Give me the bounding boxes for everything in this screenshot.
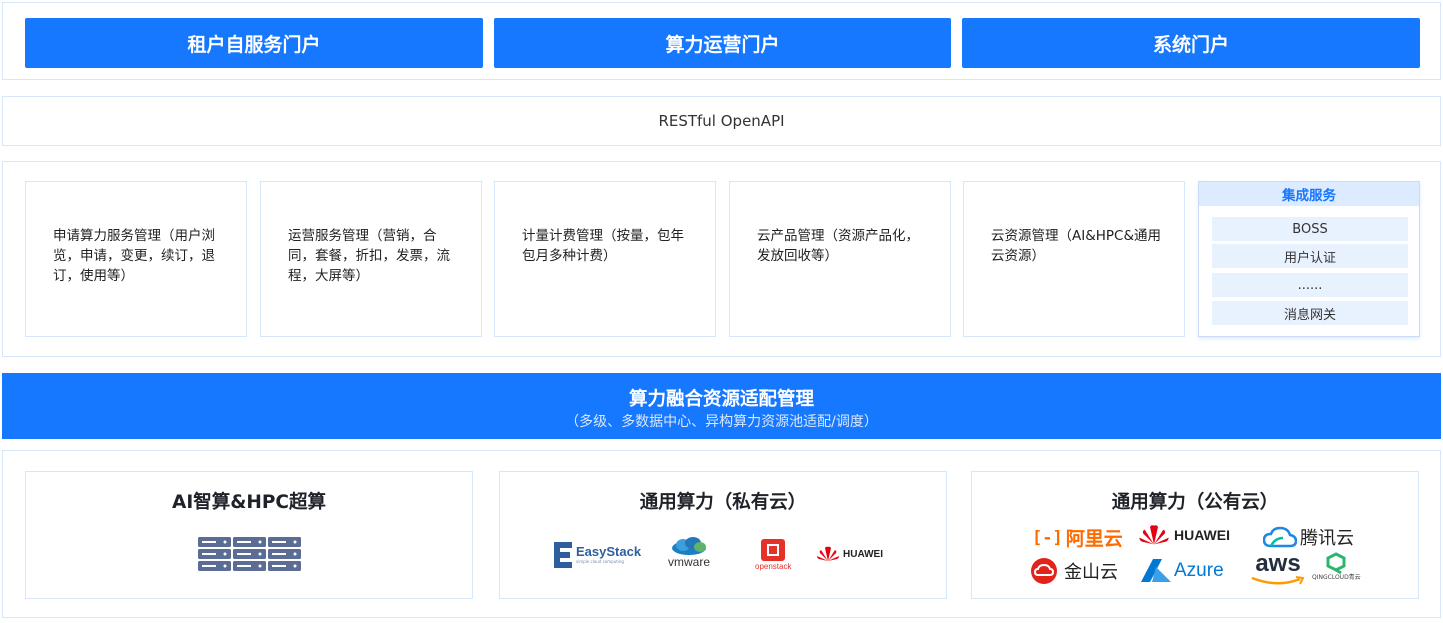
system-portal-button[interactable]: 系统门户	[962, 18, 1420, 68]
integration-item-auth: 用户认证	[1212, 244, 1408, 268]
aliyun-bracket-icon: [-]	[1032, 527, 1063, 548]
vmware-cloud-icon	[672, 537, 706, 555]
aliyun-logo: [-] 阿里云	[1032, 524, 1123, 551]
resources-panel: AI智算&HPC超算 通用算力（私有云） EasyStack simple cl…	[2, 450, 1441, 618]
service-card-label: 运营服务管理（营销，合同，套餐，折扣，发票，流程，大屏等）	[288, 228, 450, 284]
openstack-name: openstack	[755, 562, 792, 571]
qingcloud-icon	[1326, 552, 1346, 574]
resource-card-title: 通用算力（私有云）	[639, 492, 807, 513]
resource-card-title: AI智算&HPC超算	[172, 492, 326, 513]
easystack-logo: EasyStack simple cloud computing	[552, 540, 641, 570]
easystack-tagline: simple cloud computing	[576, 559, 624, 564]
vmware-logo: vmware	[668, 536, 710, 568]
resource-card-private-cloud: 通用算力（私有云） EasyStack simple cloud computi…	[499, 471, 947, 599]
api-panel: RESTful OpenAPI	[2, 96, 1441, 146]
azure-name: Azure	[1174, 560, 1224, 581]
service-card-apply: 申请算力服务管理（用户浏览，申请，变更，续订，退订，使用等）	[25, 181, 247, 337]
huawei-flower-icon	[817, 546, 839, 561]
integration-card: 集成服务 BOSS 用户认证 ...... 消息网关	[1198, 181, 1420, 337]
server-cluster-icon	[198, 537, 301, 571]
service-card-label: 云产品管理（资源产品化，发放回收等）	[757, 228, 919, 264]
azure-icon	[1141, 559, 1171, 582]
huawei-private-logo: HUAWEI	[816, 546, 883, 562]
huawei-flower-icon	[1139, 525, 1169, 545]
fusion-title: 算力融合资源适配管理	[628, 389, 814, 410]
aliyun-name: 阿里云	[1065, 528, 1123, 550]
openstack-icon	[761, 539, 786, 561]
fusion-bar: 算力融合资源适配管理 （多级、多数据中心、异构算力资源池适配/调度）	[2, 373, 1441, 439]
easystack-icon	[554, 542, 572, 568]
huawei-name: HUAWEI	[843, 548, 883, 560]
integration-title: 集成服务	[1199, 182, 1419, 206]
easystack-name: EasyStack	[576, 544, 642, 559]
aws-name: aws	[1255, 550, 1301, 577]
resource-card-public-cloud: 通用算力（公有云） [-] 阿里云 HUAWEI 腾讯云 金山云 Azure a…	[971, 471, 1419, 599]
service-card-label: 申请算力服务管理（用户浏览，申请，变更，续订，退订，使用等）	[53, 228, 215, 284]
integration-item-more: ......	[1212, 273, 1408, 297]
resource-card-ai-hpc: AI智算&HPC超算	[25, 471, 473, 599]
service-card-operation: 运营服务管理（营销，合同，套餐，折扣，发票，流程，大屏等）	[260, 181, 482, 337]
api-label: RESTful OpenAPI	[658, 112, 785, 130]
tencent-name: 腾讯云	[1300, 528, 1354, 549]
vmware-name: vmware	[668, 555, 711, 569]
service-card-label: 计量计费管理（按量，包年包月多种计费）	[522, 228, 684, 264]
qingcloud-logo: QINGCLOUD青云	[1312, 552, 1361, 582]
integration-item-boss: BOSS	[1212, 217, 1408, 241]
services-panel: 申请算力服务管理（用户浏览，申请，变更，续订，退订，使用等） 运营服务管理（营销…	[2, 161, 1441, 357]
azure-logo: Azure	[1140, 558, 1224, 584]
aws-smile-icon	[1251, 576, 1305, 585]
service-card-billing: 计量计费管理（按量，包年包月多种计费）	[494, 181, 716, 337]
aws-logo: aws	[1250, 552, 1306, 586]
openstack-logo: openstack	[755, 538, 791, 571]
kingsoft-logo: 金山云	[1030, 557, 1118, 585]
service-card-label: 云资源管理（AI&HPC&通用云资源）	[991, 228, 1161, 264]
service-card-resource: 云资源管理（AI&HPC&通用云资源）	[963, 181, 1185, 337]
portal-panel: 租户自服务门户 算力运营门户 系统门户	[2, 2, 1441, 80]
fusion-subtitle: （多级、多数据中心、异构算力资源池适配/调度）	[565, 414, 878, 430]
integration-item-gateway: 消息网关	[1212, 301, 1408, 325]
operation-portal-button[interactable]: 算力运营门户	[494, 18, 951, 68]
tencent-logo: 腾讯云	[1263, 524, 1354, 550]
huawei-public-logo: HUAWEI	[1138, 524, 1230, 546]
qingcloud-name: QINGCLOUD青云	[1312, 574, 1361, 581]
kingsoft-cloud-icon	[1031, 558, 1057, 584]
huawei-name: HUAWEI	[1174, 527, 1230, 543]
tencent-cloud-icon	[1263, 526, 1297, 548]
resource-card-title: 通用算力（公有云）	[1111, 492, 1279, 513]
service-card-product: 云产品管理（资源产品化，发放回收等）	[729, 181, 951, 337]
tenant-portal-button[interactable]: 租户自服务门户	[25, 18, 483, 68]
kingsoft-name: 金山云	[1064, 562, 1118, 583]
